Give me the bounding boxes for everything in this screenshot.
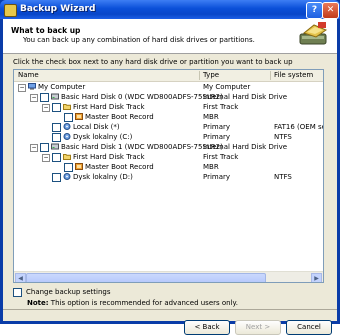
row-type: First Track: [203, 103, 239, 111]
partition-checkbox[interactable]: [52, 173, 61, 182]
note-text: This option is recommended for advanced …: [50, 299, 238, 307]
tree-row-disk-0[interactable]: − Basic Hard Disk 0 (WDC WD800ADFS-75SLR…: [14, 92, 323, 102]
advanced-note: Note: This option is recommended for adv…: [27, 299, 238, 307]
footer-divider: [3, 309, 337, 310]
scroll-thumb[interactable]: [26, 273, 266, 282]
wizard-window: Backup Wizard ? ✕ What to back up You ca…: [0, 0, 340, 335]
collapse-icon[interactable]: −: [42, 154, 50, 162]
partition-icon: [63, 133, 71, 140]
mbr-checkbox[interactable]: [64, 163, 73, 172]
scroll-right-arrow-icon[interactable]: ▶: [311, 273, 322, 282]
row-name: Dysk lokalny (D:): [73, 173, 133, 181]
partition-icon: [63, 173, 71, 180]
mbr-icon: [75, 113, 83, 120]
tree-row-drive-d[interactable]: Dysk lokalny (D:) Primary NTFS: [14, 172, 323, 182]
collapse-icon[interactable]: −: [30, 144, 38, 152]
collapse-icon[interactable]: −: [18, 84, 26, 92]
mbr-checkbox[interactable]: [64, 113, 73, 122]
drive-tree[interactable]: Name Type File system − My Computer My C…: [13, 69, 324, 283]
scroll-left-arrow-icon[interactable]: ◀: [15, 273, 26, 282]
collapse-icon[interactable]: −: [30, 94, 38, 102]
row-name: Dysk lokalny (C:): [73, 133, 133, 141]
hard-disk-icon: [51, 93, 59, 100]
backup-drive-icon: [299, 22, 328, 45]
horizontal-scrollbar[interactable]: ◀ ▶: [14, 271, 323, 282]
tree-row-local-disk[interactable]: Local Disk (*) Primary FAT16 (OEM servic: [14, 122, 323, 132]
title-bar[interactable]: Backup Wizard ? ✕: [0, 0, 340, 19]
mbr-icon: [75, 163, 83, 170]
change-settings-checkbox[interactable]: [13, 288, 22, 297]
row-name: First Hard Disk Track: [73, 103, 145, 111]
folder-icon: [63, 104, 71, 110]
computer-icon: [28, 83, 36, 90]
help-button[interactable]: ?: [306, 2, 323, 19]
row-name: Local Disk (*): [73, 123, 120, 131]
row-name: Basic Hard Disk 1 (WDC WD800ADFS-75SLR2): [61, 143, 223, 151]
note-label: Note:: [27, 299, 49, 307]
window-title: Backup Wizard: [20, 4, 96, 14]
row-type: MBR: [203, 113, 219, 121]
tree-row-first-track[interactable]: − First Hard Disk Track First Track: [14, 102, 323, 112]
row-type: Internal Hard Disk Drive: [203, 143, 288, 151]
row-name: First Hard Disk Track: [73, 153, 145, 161]
row-filesystem: NTFS: [274, 173, 292, 181]
track-checkbox[interactable]: [52, 103, 61, 112]
row-type: First Track: [203, 153, 239, 161]
row-name: Master Boot Record: [85, 163, 154, 171]
column-divider[interactable]: [270, 71, 271, 80]
wizard-header: What to back up You can back up any comb…: [3, 19, 337, 54]
tree-row-mbr[interactable]: Master Boot Record MBR: [14, 162, 323, 172]
tree-row-my-computer[interactable]: − My Computer My Computer: [14, 82, 323, 92]
wizard-body: What to back up You can back up any comb…: [3, 19, 337, 335]
row-type: My Computer: [203, 83, 251, 91]
disk-checkbox[interactable]: [40, 93, 49, 102]
page-title: What to back up: [11, 26, 81, 35]
change-settings-label[interactable]: Change backup settings: [26, 288, 110, 296]
tree-row-drive-c[interactable]: Dysk lokalny (C:) Primary NTFS: [14, 132, 323, 142]
column-filesystem[interactable]: File system: [274, 71, 313, 79]
row-type: MBR: [203, 163, 219, 171]
page-subtitle: You can back up any combination of hard …: [23, 36, 255, 44]
column-headers: Name Type File system: [14, 70, 323, 82]
disk-checkbox[interactable]: [40, 143, 49, 152]
folder-icon: [63, 154, 71, 160]
column-divider[interactable]: [199, 71, 200, 80]
column-type[interactable]: Type: [203, 71, 219, 79]
tree-row-first-track[interactable]: − First Hard Disk Track First Track: [14, 152, 323, 162]
row-type: Primary: [203, 173, 231, 181]
row-type: Primary: [203, 123, 231, 131]
track-checkbox[interactable]: [52, 153, 61, 162]
column-name[interactable]: Name: [18, 71, 39, 79]
next-button[interactable]: Next >: [235, 320, 281, 335]
cancel-button[interactable]: Cancel: [286, 320, 332, 335]
row-filesystem: NTFS: [274, 133, 292, 141]
tree-row-disk-1[interactable]: − Basic Hard Disk 1 (WDC WD800ADFS-75SLR…: [14, 142, 323, 152]
instruction-text: Click the check box next to any hard dis…: [13, 58, 293, 66]
backup-app-icon: [4, 4, 17, 17]
row-type: Internal Hard Disk Drive: [203, 93, 288, 101]
row-type: Primary: [203, 133, 231, 141]
close-button[interactable]: ✕: [322, 2, 339, 19]
tree-row-mbr[interactable]: Master Boot Record MBR: [14, 112, 323, 122]
partition-checkbox[interactable]: [52, 123, 61, 132]
row-name: My Computer: [38, 83, 86, 91]
row-name: Master Boot Record: [85, 113, 154, 121]
hard-disk-icon: [51, 143, 59, 150]
back-button[interactable]: < Back: [184, 320, 230, 335]
partition-checkbox[interactable]: [52, 133, 61, 142]
row-filesystem: FAT16 (OEM servic: [274, 123, 323, 131]
row-name: Basic Hard Disk 0 (WDC WD800ADFS-75SLR2): [61, 93, 223, 101]
collapse-icon[interactable]: −: [42, 104, 50, 112]
partition-icon: [63, 123, 71, 130]
